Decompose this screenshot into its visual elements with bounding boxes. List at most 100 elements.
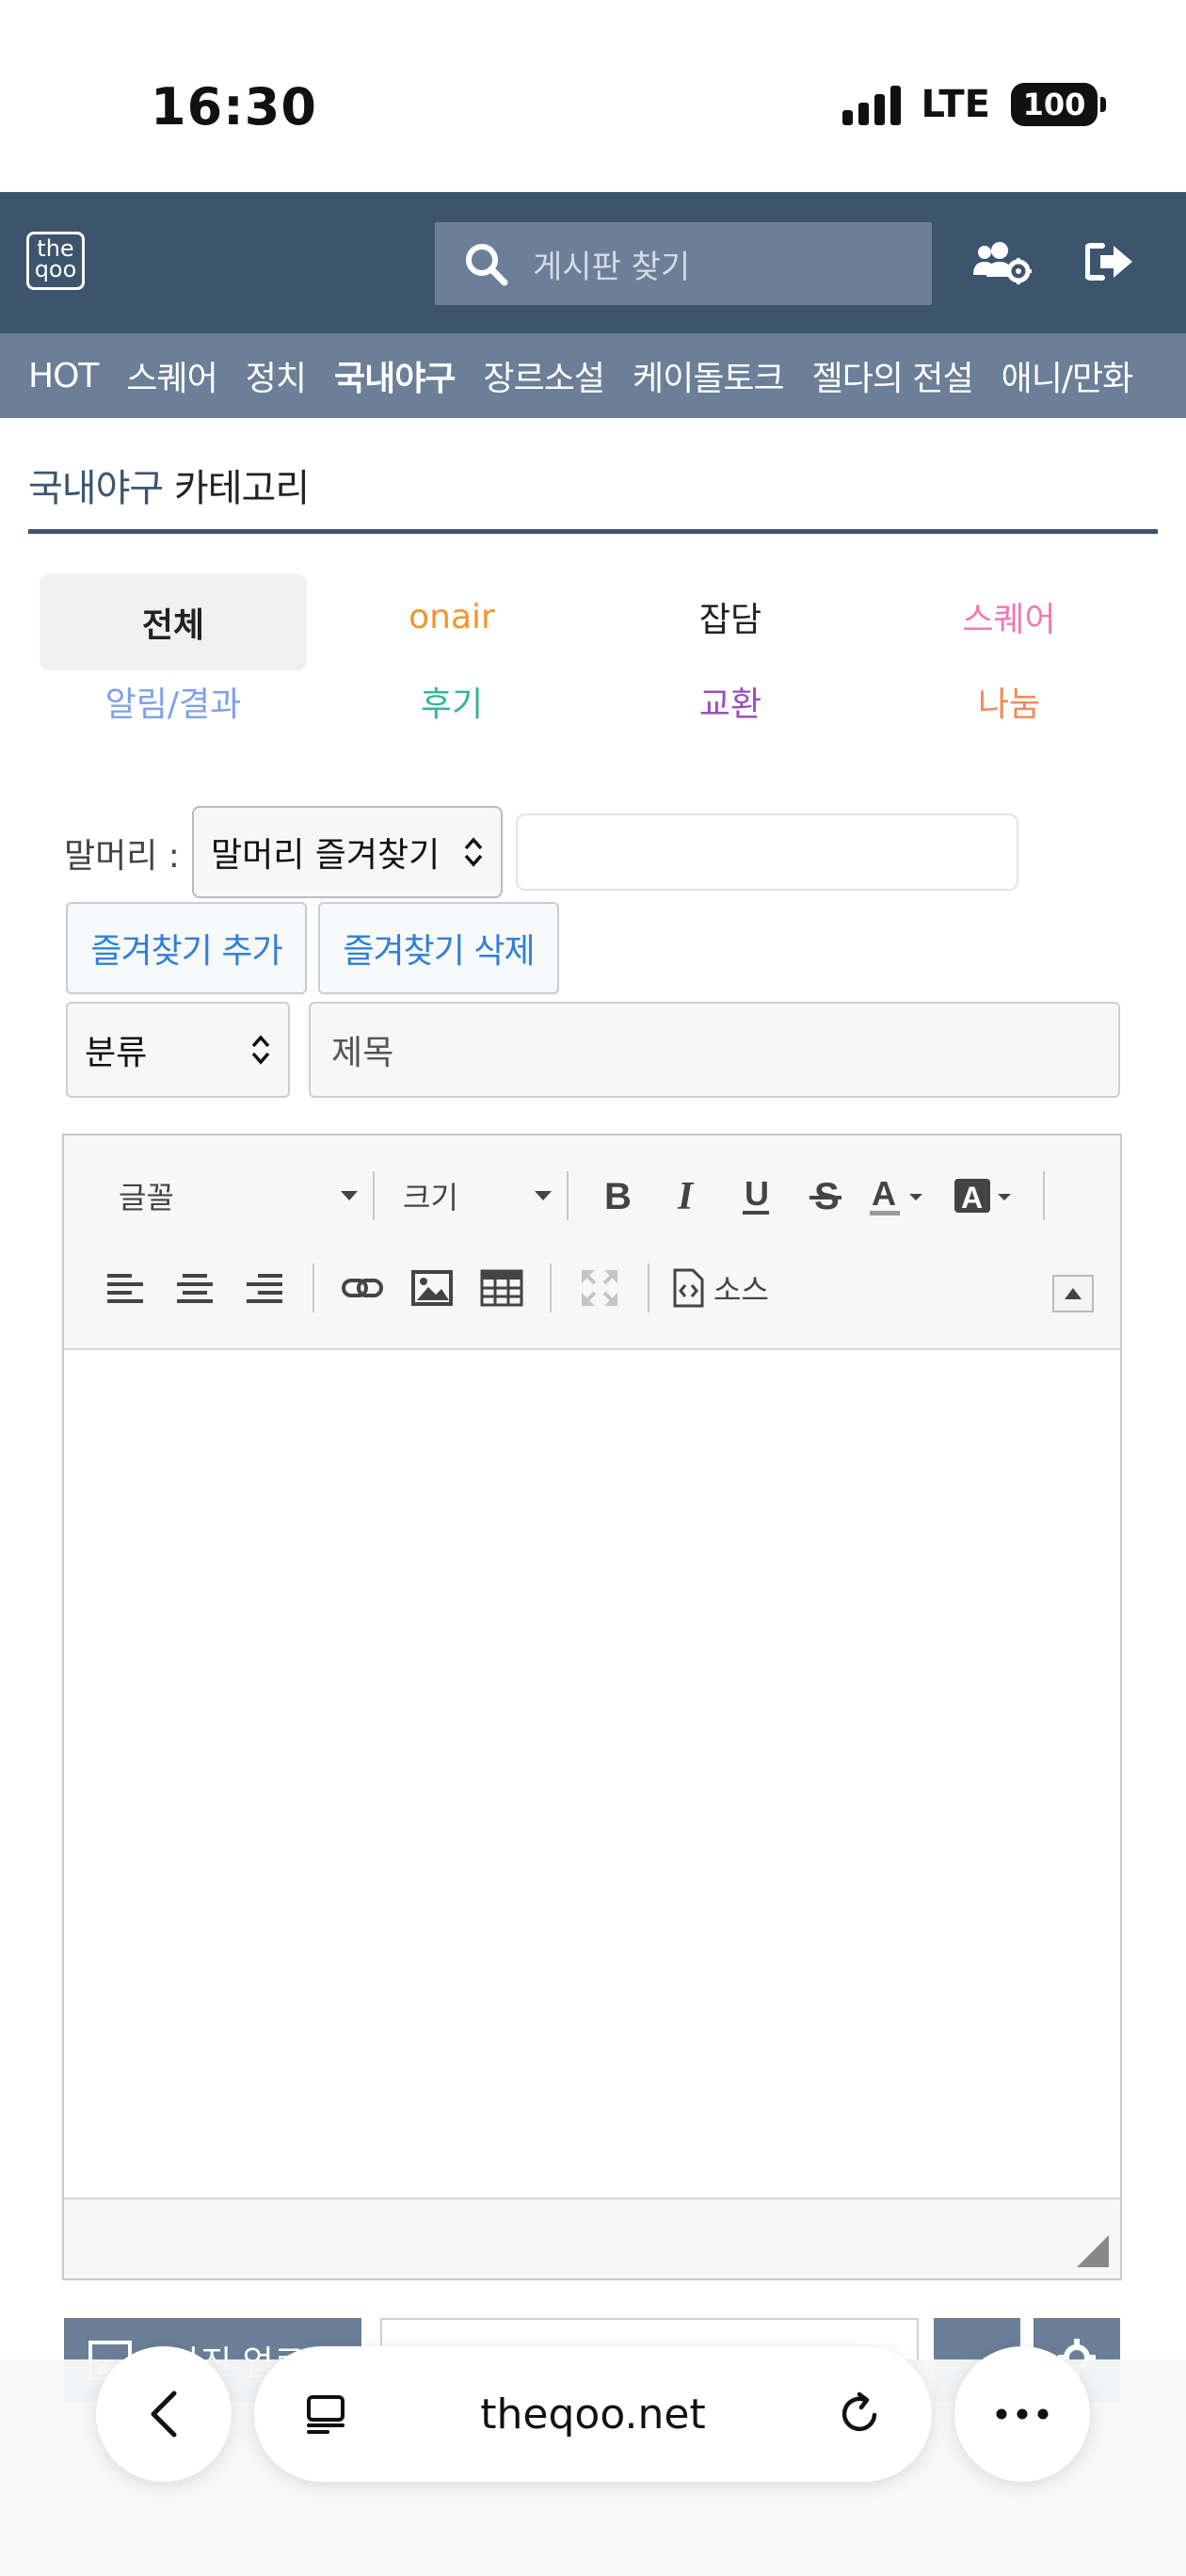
site-logo[interactable]: the qoo (26, 232, 85, 290)
table-button[interactable] (467, 1257, 537, 1319)
bg-color-button[interactable]: A (945, 1165, 1030, 1227)
category-share[interactable]: 나눔 (875, 659, 1143, 744)
bg-color-icon: A (954, 1179, 1011, 1215)
delete-favorite-button[interactable]: 즐겨찾기 삭제 (318, 902, 559, 994)
image-button[interactable] (397, 1257, 467, 1319)
title-placeholder: 제목 (331, 1034, 394, 1072)
svg-text:U: U (745, 1175, 769, 1213)
editor-footer (64, 2198, 1120, 2278)
logout-icon[interactable] (1079, 233, 1141, 290)
category-select-value: 분류 (85, 1034, 148, 1072)
svg-text:I: I (677, 1177, 695, 1215)
category-review[interactable]: 후기 (318, 659, 585, 744)
prefix-select[interactable]: 말머리 즐겨찾기 (192, 806, 503, 898)
prefix-select-value: 말머리 즐겨찾기 (211, 836, 441, 875)
svg-text:A: A (961, 1181, 983, 1215)
link-button[interactable] (328, 1257, 397, 1319)
select-arrows-icon (251, 1035, 270, 1065)
collapse-toolbar-button[interactable] (1052, 1275, 1094, 1312)
prefix-input[interactable] (516, 813, 1018, 891)
align-left-button[interactable] (90, 1257, 160, 1319)
category-divider (28, 529, 1158, 534)
size-combo[interactable]: 크기 (388, 1174, 567, 1217)
search-icon (466, 244, 508, 286)
nav-item-hot[interactable]: HOT (28, 357, 99, 395)
nav-item-square[interactable]: 스퀘어 (126, 351, 217, 400)
size-combo-label: 크기 (403, 1180, 458, 1216)
caret-down-icon (535, 1191, 552, 1200)
nav-item-kbaseball[interactable]: 국내야구 (334, 351, 456, 400)
triangle-up-icon (1065, 1288, 1082, 1299)
align-left-icon (107, 1274, 143, 1303)
status-indicators: LTE 100 (841, 83, 1106, 126)
italic-button[interactable]: I (651, 1165, 721, 1227)
url-text: theqoo.net (480, 2390, 706, 2439)
chevron-left-icon (151, 2391, 177, 2438)
editor-toolbar: 글꼴 크기 B I U S A (64, 1135, 1120, 1350)
align-center-button[interactable] (160, 1257, 230, 1319)
more-button[interactable] (954, 2346, 1090, 2482)
image-icon (411, 1270, 453, 1306)
prefix-label: 말머리 : (64, 837, 180, 876)
maximize-icon (582, 1270, 617, 1306)
category-chat[interactable]: 잡담 (597, 574, 864, 659)
address-bar[interactable]: theqoo.net (254, 2346, 932, 2482)
nav-item-genre-novel[interactable]: 장르소설 (484, 351, 605, 400)
align-right-icon (247, 1274, 282, 1303)
caret-down-icon (341, 1191, 358, 1200)
signal-icon (841, 84, 901, 125)
text-color-icon: A (870, 1175, 922, 1216)
nav-item-politics[interactable]: 정치 (246, 351, 307, 400)
more-dots-icon (996, 2408, 1049, 2420)
category-exchange[interactable]: 교환 (597, 659, 864, 744)
category-all[interactable]: 전체 (40, 574, 307, 670)
toolbar-separator (648, 1264, 649, 1312)
category-title: 국내야구 카테고리 (28, 458, 310, 512)
toolbar-separator (1043, 1171, 1045, 1220)
board-search[interactable]: 게시판 찾기 (435, 222, 932, 305)
toolbar-separator (567, 1171, 569, 1220)
status-bar: 16:30 LTE 100 (0, 0, 1186, 192)
rich-text-editor: 글꼴 크기 B I U S A (62, 1134, 1122, 2280)
status-time: 16:30 (151, 77, 317, 137)
strikethrough-button[interactable]: S (791, 1165, 860, 1227)
users-settings-icon[interactable] (971, 233, 1034, 290)
category-board-name[interactable]: 국내야구 (28, 467, 164, 510)
underline-icon: U (743, 1175, 769, 1215)
category-title-suffix: 카테고리 (163, 467, 310, 510)
editor-content-area[interactable] (64, 1350, 1120, 2199)
toolbar-separator (313, 1264, 314, 1312)
toolbar-separator (373, 1171, 375, 1220)
add-favorite-button[interactable]: 즐겨찾기 추가 (66, 902, 307, 994)
link-icon (342, 1279, 383, 1297)
svg-text:A: A (872, 1175, 896, 1213)
reload-icon[interactable] (832, 2386, 889, 2442)
battery-icon: 100 (1011, 83, 1106, 126)
category-square[interactable]: 스퀘어 (875, 574, 1143, 659)
table-icon (480, 1269, 523, 1307)
source-button[interactable]: 소스 (672, 1266, 769, 1310)
maximize-button[interactable] (565, 1257, 634, 1319)
category-notice-result[interactable]: 알림/결과 (40, 659, 307, 744)
category-select[interactable]: 분류 (66, 1002, 290, 1098)
nav-item-anime[interactable]: 애니/만화 (1002, 351, 1134, 400)
search-placeholder: 게시판 찾기 (533, 248, 691, 286)
title-input[interactable]: 제목 (309, 1002, 1120, 1098)
align-right-button[interactable] (230, 1257, 299, 1319)
svg-text:B: B (604, 1177, 632, 1215)
bold-icon: B (604, 1177, 632, 1215)
text-color-button[interactable]: A (860, 1165, 945, 1227)
board-nav: HOT 스퀘어 정치 국내야구 장르소설 케이돌토크 젤다의 전설 애니/만화 (0, 333, 1186, 418)
resize-handle-icon[interactable] (1077, 2235, 1109, 2267)
strikethrough-icon: S (809, 1177, 841, 1215)
font-combo[interactable]: 글꼴 (90, 1174, 373, 1217)
back-button[interactable] (96, 2346, 232, 2482)
category-onair[interactable]: onair (318, 574, 585, 659)
bold-button[interactable]: B (582, 1165, 651, 1227)
nav-item-zelda[interactable]: 젤다의 전설 (812, 351, 974, 400)
source-label: 소스 (713, 1272, 769, 1308)
underline-button[interactable]: U (721, 1165, 791, 1227)
nav-item-kidol-talk[interactable]: 케이돌토크 (633, 351, 785, 400)
font-combo-label: 글꼴 (119, 1180, 174, 1216)
select-arrows-icon (464, 837, 483, 867)
